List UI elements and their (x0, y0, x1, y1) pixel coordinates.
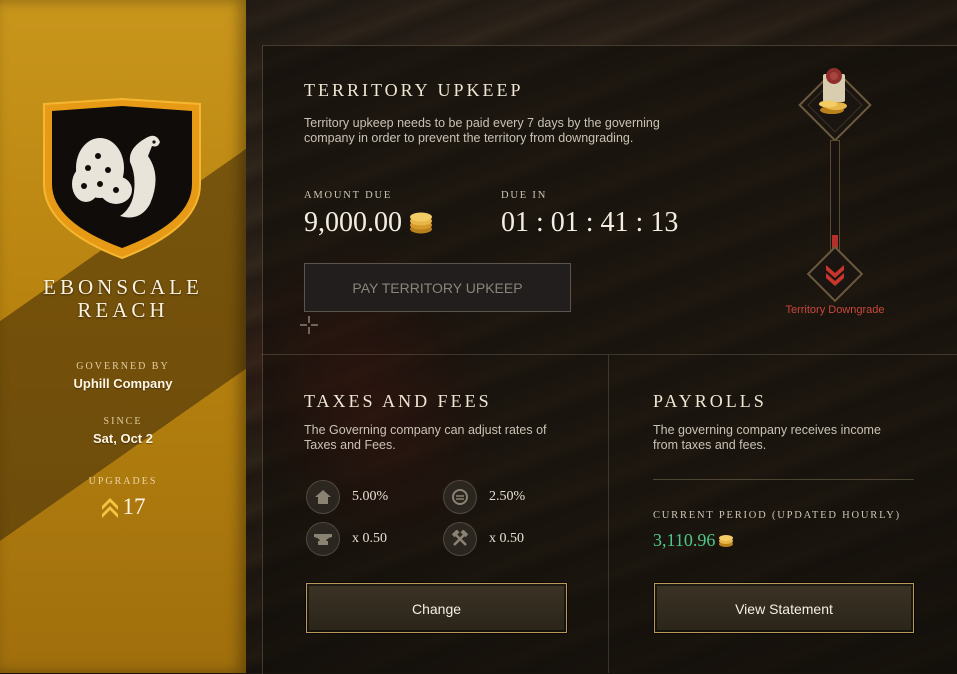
tax-item-crafting: x 0.50 (306, 522, 387, 556)
anvil-icon (306, 522, 340, 556)
taxes-description: The Governing company can adjust rates o… (304, 423, 594, 453)
due-in-countdown: 01 : 01 : 41 : 13 (501, 207, 679, 238)
crossed-hammers-icon (443, 522, 477, 556)
current-period-value: 3,110.96 (653, 530, 716, 550)
view-statement-button[interactable]: View Statement (654, 583, 914, 633)
territory-sidebar: EBONSCALE REACH GOVERNED BY Uphill Compa… (0, 0, 246, 673)
territory-downgrade-label: Territory Downgrade (785, 304, 885, 316)
tax-item-trading: 2.50% (443, 480, 525, 514)
trading-tax-value: 2.50% (489, 489, 526, 504)
amount-due: 9,000.00 (304, 207, 434, 239)
upgrades-count: 17 (0, 494, 246, 520)
coins-swap-icon (443, 480, 477, 514)
territory-name-line-2: REACH (77, 298, 169, 322)
upgrade-chevrons-icon (101, 498, 118, 518)
upgrades-value: 17 (122, 494, 146, 519)
payrolls-title: PAYROLLS (653, 391, 767, 411)
section-divider-vertical (608, 355, 609, 673)
upkeep-description-line-2: company in order to prevent the territor… (304, 131, 634, 145)
gold-coins-icon (410, 212, 432, 234)
crafting-fee-value: x 0.50 (352, 531, 387, 546)
current-period-label: CURRENT PERIOD (UPDATED HOURLY) (653, 510, 901, 521)
upkeep-scroll-emblem-icon (798, 68, 872, 142)
upgrades-label: UPGRADES (88, 476, 158, 487)
amount-due-label: AMOUNT DUE (304, 190, 393, 201)
territory-name: EBONSCALE REACH (0, 276, 246, 322)
change-taxes-button[interactable]: Change (306, 583, 567, 633)
payrolls-description-line-2: from taxes and fees. (653, 438, 767, 452)
since-label: SINCE (103, 416, 143, 427)
territory-downgrade-icon (806, 245, 864, 303)
gold-coins-icon (719, 535, 734, 547)
property-tax-value: 5.00% (352, 489, 389, 504)
taxes-title: TAXES AND FEES (304, 391, 492, 411)
refining-fee-value: x 0.50 (489, 531, 524, 546)
peacock-crest-icon (43, 98, 201, 260)
since-date: Sat, Oct 2 (93, 431, 153, 446)
governed-by-label: GOVERNED BY (76, 361, 170, 372)
crosshair-cursor-icon (300, 316, 318, 334)
payrolls-divider (653, 479, 914, 480)
tax-item-property: 5.00% (306, 480, 388, 514)
taxes-description-line-1: The Governing company can adjust rates o… (304, 423, 547, 437)
amount-due-value: 9,000.00 (304, 207, 402, 238)
governing-company-name: Uphill Company (73, 376, 173, 391)
payrolls-description-line-1: The governing company receives income (653, 423, 881, 437)
upkeep-description: Territory upkeep needs to be paid every … (304, 116, 724, 146)
upkeep-title: TERRITORY UPKEEP (304, 80, 524, 100)
payrolls-description: The governing company receives income fr… (653, 423, 923, 453)
tax-item-refining: x 0.50 (443, 522, 524, 556)
house-icon (306, 480, 340, 514)
due-in-label: DUE IN (501, 190, 548, 201)
taxes-description-line-2: Taxes and Fees. (304, 438, 396, 452)
section-divider-horizontal (262, 354, 957, 355)
upkeep-description-line-1: Territory upkeep needs to be paid every … (304, 116, 660, 130)
current-period-income: 3,110.96 (653, 530, 734, 551)
territory-name-line-1: EBONSCALE (43, 275, 203, 299)
pay-territory-upkeep-button[interactable]: PAY TERRITORY UPKEEP (304, 263, 571, 312)
